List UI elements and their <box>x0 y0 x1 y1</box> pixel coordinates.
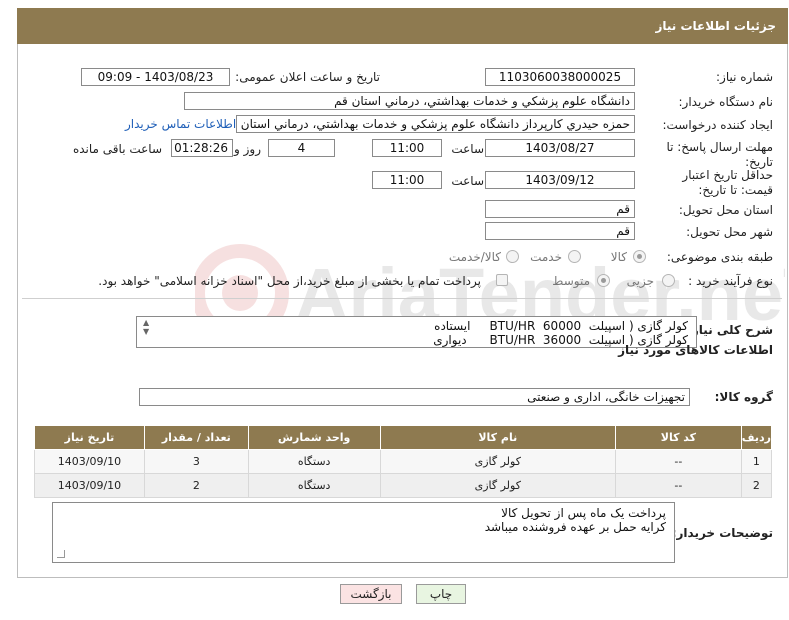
col-unit: واحد شمارش <box>247 425 381 450</box>
announce-datetime-field[interactable]: 1403/08/23 - 09:09 <box>81 68 230 86</box>
row-qty: 2 <box>143 473 249 498</box>
buyer-notes-label: توضیحات خریدار: <box>671 526 773 540</box>
row-date: 1403/09/10 <box>34 473 145 498</box>
goods-table-header: ردیف کد کالا نام کالا واحد شمارش تعداد /… <box>34 425 773 450</box>
process-radio-medium[interactable] <box>597 274 610 287</box>
goods-group-label: گروه کالا: <box>714 390 773 404</box>
resize-grip-icon[interactable] <box>57 550 65 558</box>
category-option-goods-service: کالا/خدمت <box>448 250 501 264</box>
province-label: استان محل تحویل: <box>678 203 773 217</box>
goods-group-field[interactable]: تجهیزات خانگی، اداری و صنعتی <box>139 388 690 406</box>
remaining-time-field[interactable]: 01:28:26 <box>171 139 233 157</box>
scroll-arrows-icon[interactable]: ▲ ▼ <box>143 318 149 336</box>
back-button[interactable]: بازگشت <box>340 584 402 604</box>
category-option-service: خدمت <box>530 250 562 264</box>
notes-line-1: پرداخت یک ماه پس از تحویل کالا <box>501 506 666 520</box>
treasury-payment-checkbox[interactable] <box>496 274 508 286</box>
row-name: کولر گازی <box>379 449 617 474</box>
goods-table: ردیف کد کالا نام کالا واحد شمارش تعداد /… <box>34 425 773 498</box>
price-validity-label: حداقل تاریخ اعتبار قیمت: تا تاریخ: <box>682 168 773 197</box>
reply-time-field[interactable]: 11:00 <box>372 139 442 157</box>
col-name: نام کالا <box>379 425 617 450</box>
remaining-label: ساعت باقی مانده <box>72 142 162 156</box>
province-field[interactable]: قم <box>485 200 635 218</box>
section-divider <box>22 298 782 299</box>
category-radio-service[interactable] <box>568 250 581 263</box>
process-option-minor: جزیی <box>626 274 654 288</box>
row-index: 1 <box>740 449 773 474</box>
need-number-field[interactable]: 1103060038000025 <box>485 68 635 86</box>
row-name: کولر گازی <box>379 473 617 498</box>
row-code: -- <box>615 449 742 474</box>
table-row: 1 -- کولر گازی دستگاه 3 1403/09/10 <box>34 449 773 474</box>
process-label: نوع فرآیند خرید : <box>688 274 773 288</box>
buyer-org-field[interactable]: دانشگاه علوم پزشكي و خدمات بهداشتي، درما… <box>184 92 635 110</box>
row-unit: دستگاه <box>247 473 381 498</box>
city-field[interactable]: قم <box>485 222 635 240</box>
price-time-field[interactable]: 11:00 <box>372 171 442 189</box>
goods-section-title: اطلاعات کالاهای مورد نیاز <box>618 343 773 357</box>
category-option-goods: کالا <box>610 250 627 264</box>
col-date: تاریخ نیاز <box>34 425 145 450</box>
row-date: 1403/09/10 <box>34 449 145 474</box>
category-radio-goods[interactable] <box>633 250 646 263</box>
buyer-notes-textarea[interactable]: پرداخت یک ماه پس از تحویل کالا کرایه حمل… <box>52 502 675 563</box>
city-label: شهر محل تحویل: <box>686 225 773 239</box>
price-date-field[interactable]: 1403/09/12 <box>485 171 635 189</box>
page-title: جزئیات اطلاعات نیاز <box>17 8 788 44</box>
row-code: -- <box>615 473 742 498</box>
row-unit: دستگاه <box>247 449 381 474</box>
col-row: ردیف <box>740 425 773 450</box>
days-field[interactable]: 4 <box>268 139 335 157</box>
table-row: 2 -- کولر گازی دستگاه 2 1403/09/10 <box>34 473 773 498</box>
creator-field[interactable]: حمزه حيدري كارپرداز دانشگاه علوم پزشكي و… <box>236 115 635 133</box>
buyer-org-label: نام دستگاه خریدار: <box>678 95 774 109</box>
days-label: روز و <box>234 142 261 156</box>
process-option-medium: متوسط <box>552 274 590 288</box>
treasury-payment-note: پرداخت تمام یا بخشی از مبلغ خرید،از محل … <box>98 274 481 288</box>
notes-line-2: کرایه حمل بر عهده فروشنده میباشد <box>484 520 666 534</box>
print-button[interactable]: چاپ <box>416 584 466 604</box>
row-qty: 3 <box>143 449 249 474</box>
summary-line-1: کولر گازی ( اسپیلت 60000 BTU/HR ایستاده <box>434 319 688 333</box>
price-time-label: ساعت <box>451 174 484 188</box>
category-label: طبقه بندی موضوعی: <box>666 250 773 264</box>
row-index: 2 <box>740 473 773 498</box>
buyer-contact-link[interactable]: اطلاعات تماس خریدار <box>125 117 236 131</box>
col-qty: تعداد / مقدار <box>143 425 249 450</box>
reply-time-label: ساعت <box>451 142 484 156</box>
col-code: کد کالا <box>615 425 742 450</box>
reply-date-field[interactable]: 1403/08/27 <box>485 139 635 157</box>
need-number-label: شماره نیاز: <box>716 70 773 84</box>
announce-label: تاریخ و ساعت اعلان عمومی: <box>235 70 380 84</box>
summary-label: شرح کلی نیاز: <box>687 323 773 337</box>
summary-textarea[interactable]: کولر گازی ( اسپیلت 60000 BTU/HR ایستاده … <box>136 316 697 348</box>
creator-label: ایجاد کننده درخواست: <box>662 118 773 132</box>
reply-deadline-label: مهلت ارسال پاسخ: تا تاریخ: <box>666 140 773 169</box>
process-radio-minor[interactable] <box>662 274 675 287</box>
category-radio-goods-service[interactable] <box>506 250 519 263</box>
